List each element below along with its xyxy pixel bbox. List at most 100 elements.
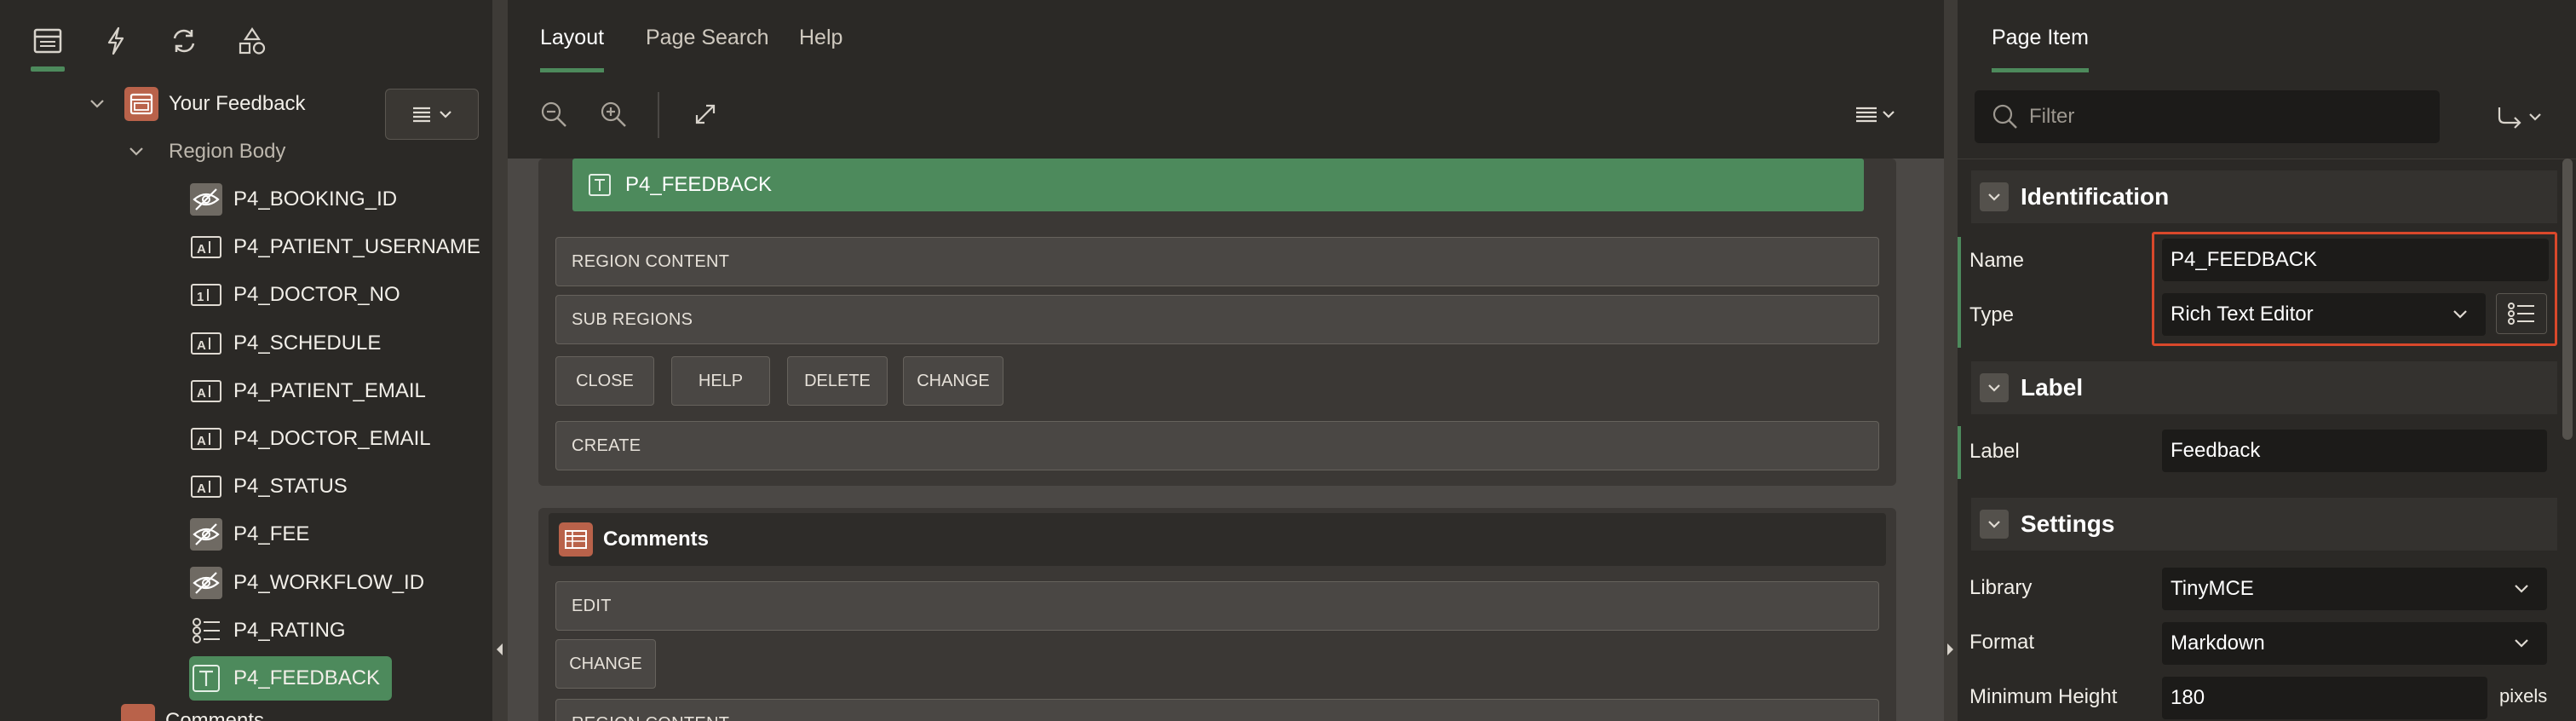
svg-text:A: A [197, 338, 206, 353]
table-icon [559, 522, 593, 557]
layout-pane: Layout Page Search Help P4_FEEDBACK REGI… [508, 0, 1944, 721]
radio-group-icon [189, 614, 223, 648]
library-select-value: TinyMCE [2171, 577, 2254, 600]
hidden-item-icon [189, 182, 223, 216]
tree-node-label: P4_PATIENT_EMAIL [233, 378, 426, 402]
svg-text:A: A [197, 482, 206, 496]
type-label: Type [1969, 303, 2015, 326]
tree-node-label: P4_SCHEDULE [233, 331, 382, 355]
page-item-p4-feedback[interactable]: P4_FEEDBACK [572, 159, 1864, 211]
tree-node-label: P4_DOCTOR_EMAIL [233, 427, 431, 450]
chevron-down-icon [2515, 585, 2528, 593]
tree-node-label: P4_FEE [233, 522, 310, 546]
tree-node-label: P4_WORKFLOW_ID [233, 570, 425, 594]
search-icon [1992, 104, 2017, 129]
tree-node-page-item[interactable]: P4_FEE [189, 512, 309, 557]
label-field[interactable]: Feedback [2162, 430, 2547, 472]
tree-node-label: P4_DOCTOR_NO [233, 283, 400, 307]
chevron-down-icon [440, 111, 451, 118]
change-button-slot[interactable]: CHANGE [903, 356, 1003, 406]
filter-input[interactable]: Filter [1975, 90, 2440, 143]
delete-button-slot[interactable]: DELETE [787, 356, 888, 406]
tab-layout[interactable]: Layout [540, 26, 605, 72]
section-title: Settings [2021, 510, 2115, 537]
properties-scrollbar[interactable] [2562, 159, 2573, 440]
format-select[interactable]: Markdown [2162, 622, 2547, 665]
close-button-slot[interactable]: CLOSE [555, 356, 654, 406]
required-indicator [1958, 295, 1961, 348]
section-title: Identification [2021, 183, 2170, 210]
help-button-slot[interactable]: HELP [671, 356, 770, 406]
text-field-icon: A [189, 326, 223, 360]
name-label: Name [1969, 249, 2025, 272]
expand-button[interactable] [687, 95, 724, 133]
collapse-right-icon [1947, 643, 1953, 655]
tree-node-page-item[interactable]: A P4_PATIENT_USERNAME [189, 225, 480, 269]
textarea-icon [189, 661, 223, 695]
tree-node-page-item[interactable]: P4_FEEDBACK [189, 656, 393, 701]
tree-node-comments-region[interactable]: Comments [121, 699, 264, 721]
svg-text:A: A [197, 434, 206, 448]
tree-node-page-item[interactable]: P4_WORKFLOW_ID [189, 561, 424, 605]
go-to-group-button[interactable] [2486, 95, 2554, 138]
tree-menu-button[interactable] [385, 89, 479, 140]
collapse-left-icon [497, 643, 503, 655]
tab-page-search[interactable]: Page Search [646, 26, 769, 50]
region-icon [124, 87, 158, 121]
zoom-in-icon [601, 101, 626, 127]
min-height-label: Minimum Height [1969, 685, 2118, 708]
rendering-tab[interactable] [29, 22, 66, 72]
tree-node-page-item[interactable]: 1 P4_DOCTOR_NO [189, 273, 400, 317]
left-splitter[interactable] [492, 0, 508, 721]
tree-node-page-item[interactable]: A P4_STATUS [189, 464, 348, 509]
tree-node-page-item[interactable]: A P4_DOCTOR_EMAIL [189, 417, 431, 461]
tree-node-page-item[interactable]: P4_RATING [189, 609, 346, 653]
chevron-down-icon [90, 100, 104, 108]
tree-node-region-body[interactable]: Region Body [128, 130, 285, 174]
region-header-comments[interactable]: Comments [549, 513, 1886, 566]
tree-node-label: P4_PATIENT_USERNAME [233, 235, 480, 259]
create-slot[interactable]: CREATE [555, 421, 1879, 470]
sub-regions-slot[interactable]: SUB REGIONS [555, 295, 1879, 344]
tree-node-page-item[interactable]: A P4_SCHEDULE [189, 321, 381, 366]
edit-slot[interactable]: EDIT [555, 581, 1879, 631]
zoom-out-button[interactable] [535, 95, 572, 133]
toolbar-divider [658, 92, 659, 138]
tree-node-label: P4_RATING [233, 618, 346, 642]
tree-node-page-item[interactable]: P4_BOOKING_ID [189, 177, 397, 222]
tab-help[interactable]: Help [799, 26, 842, 50]
tree-node-label: Your Feedback [169, 92, 306, 115]
layout-menu-button[interactable] [1850, 95, 1901, 133]
region-content-slot-2[interactable]: REGION CONTENT [555, 699, 1879, 721]
chevron-down-icon [2515, 639, 2528, 648]
right-splitter[interactable] [1944, 0, 1958, 721]
section-identification[interactable]: Identification [1971, 170, 2557, 223]
tree-node-page-item[interactable]: A P4_PATIENT_EMAIL [189, 369, 426, 413]
svg-text:A: A [197, 242, 206, 257]
expand-icon [695, 104, 716, 124]
list-menu-icon [1856, 107, 1895, 123]
dynamic-actions-tab[interactable] [97, 22, 135, 60]
section-settings[interactable]: Settings [1971, 498, 2557, 551]
region-title: Comments [603, 528, 710, 551]
tab-page-item[interactable]: Page Item [1992, 26, 2089, 72]
required-indicator [1958, 237, 1961, 295]
library-label: Library [1969, 576, 2033, 599]
library-select[interactable]: TinyMCE [2162, 568, 2547, 610]
min-height-field[interactable]: 180 [2162, 677, 2487, 719]
shared-components-tab[interactable] [233, 22, 271, 60]
processing-icon [173, 29, 195, 53]
go-to-group-icon [2498, 107, 2541, 129]
zoom-in-button[interactable] [595, 95, 632, 133]
text-field-icon: A [189, 374, 223, 408]
filter-placeholder: Filter [2029, 105, 2075, 128]
tree-node-region[interactable]: Your Feedback [89, 82, 306, 126]
text-field-icon: A [189, 230, 223, 264]
tree-node-label: P4_STATUS [233, 475, 348, 499]
svg-text:1: 1 [197, 290, 204, 304]
section-label[interactable]: Label [1971, 361, 2557, 414]
region-content-slot[interactable]: REGION CONTENT [555, 237, 1879, 286]
text-field-icon: A [189, 422, 223, 456]
processing-tab[interactable] [165, 22, 203, 60]
change-button-slot-2[interactable]: CHANGE [555, 639, 656, 689]
